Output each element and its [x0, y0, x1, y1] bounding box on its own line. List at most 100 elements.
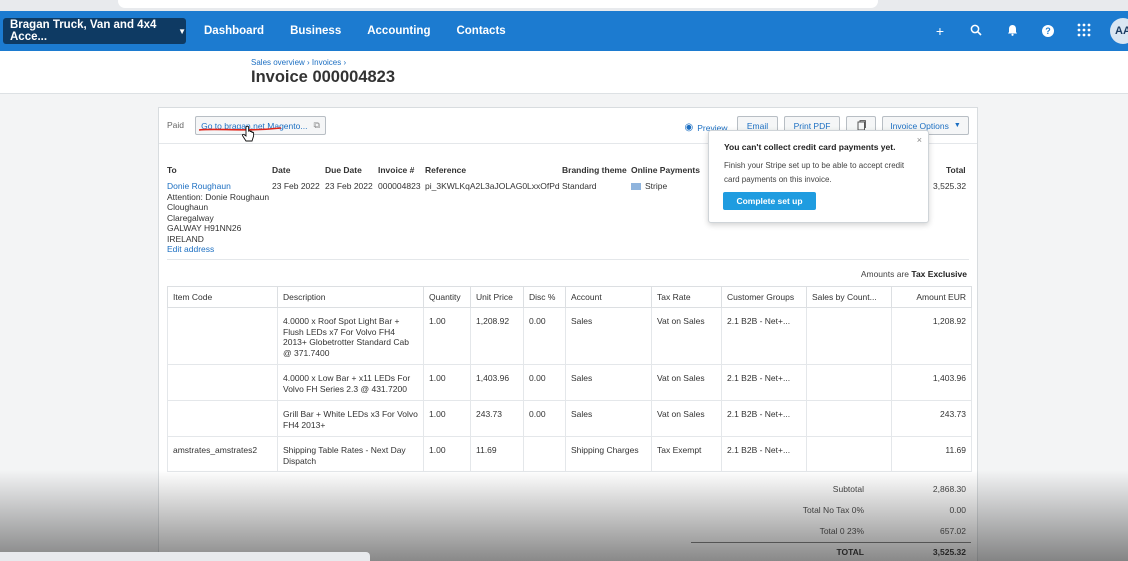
nav-links: Dashboard Business Accounting Contacts — [204, 25, 532, 37]
nav-accounting[interactable]: Accounting — [367, 25, 430, 37]
edit-address-link[interactable]: Edit address — [167, 244, 269, 255]
org-name: Bragan Truck, Van and 4x4 Acce... — [10, 19, 157, 43]
table-row[interactable]: Grill Bar + White LEDs x3 For Volvo FH4 … — [167, 400, 972, 437]
item-description: 4.0000 x Low Bar + x11 LEDs For Volvo FH… — [277, 364, 424, 401]
top-navigation: Bragan Truck, Van and 4x4 Acce... ▼ Dash… — [0, 11, 1128, 51]
item-unit-price: 243.73 — [470, 400, 524, 437]
popup-title: You can't collect credit card payments y… — [724, 142, 896, 152]
col-description: Description — [277, 286, 424, 308]
item-code — [167, 307, 278, 365]
red-annotation-mark — [198, 127, 282, 131]
col-item-code: Item Code — [167, 286, 278, 308]
stripe-setup-popup: × You can't collect credit card payments… — [708, 130, 929, 223]
to-header: To — [167, 165, 177, 175]
item-quantity: 1.00 — [423, 307, 471, 365]
col-tax-rate: Tax Rate — [651, 286, 722, 308]
invoice-number-header: Invoice # — [378, 165, 415, 175]
col-sales-by-country: Sales by Count... — [806, 286, 892, 308]
subtotal-row: Subtotal 2,868.30 — [691, 480, 971, 501]
col-quantity: Quantity — [423, 286, 471, 308]
item-description: 4.0000 x Roof Spot Light Bar + Flush LED… — [277, 307, 424, 365]
item-account: Sales — [565, 364, 652, 401]
table-row[interactable]: amstrates_amstrates2 Shipping Table Rate… — [167, 436, 972, 472]
online-payments: Stripe — [631, 181, 667, 192]
page-title: Invoice 000004823 — [251, 68, 396, 86]
close-icon[interactable]: × — [917, 135, 922, 145]
item-quantity: 1.00 — [423, 364, 471, 401]
totals-block: Subtotal 2,868.30 Total No Tax 0% 0.00 T… — [691, 480, 971, 561]
plus-icon[interactable]: + — [922, 23, 958, 39]
total-header: Total — [946, 165, 966, 175]
item-amount: 11.69 — [891, 436, 972, 472]
item-account: Shipping Charges — [565, 436, 652, 472]
item-sales-country — [806, 364, 892, 401]
item-sales-country — [806, 307, 892, 365]
tax-23-value: 657.02 — [940, 525, 966, 536]
branding-theme: Standard — [562, 181, 597, 191]
eye-icon: ◉ — [684, 122, 694, 133]
invoice-number: 000004823 — [378, 181, 421, 191]
amounts-prefix: Amounts are — [860, 269, 910, 279]
bell-icon[interactable] — [994, 23, 1030, 39]
grand-total-label: TOTAL — [836, 547, 864, 558]
item-disc — [523, 436, 566, 472]
no-tax-row: Total No Tax 0% 0.00 — [691, 501, 971, 522]
item-amount: 1,403.96 — [891, 364, 972, 401]
item-disc: 0.00 — [523, 307, 566, 365]
popup-body: Finish your Stripe set up to be able to … — [724, 161, 905, 184]
card-icon — [631, 183, 641, 191]
apps-grid-icon[interactable] — [1066, 23, 1102, 40]
subtotal-label: Subtotal — [832, 484, 864, 494]
invoice-reference: pi_3KWLKqA2L3aJOLAG0LxxOfPd — [425, 181, 560, 191]
col-unit-price: Unit Price — [470, 286, 524, 308]
help-icon[interactable]: ? — [1030, 25, 1066, 37]
subtotal-value: 2,868.30 — [932, 484, 966, 494]
item-description: Grill Bar + White LEDs x3 For Volvo FH4 … — [277, 400, 424, 437]
tax-mode-selector[interactable]: Tax Exclusive — [911, 269, 967, 279]
table-row[interactable]: 4.0000 x Roof Spot Light Bar + Flush LED… — [167, 307, 972, 365]
table-row[interactable]: 4.0000 x Low Bar + x11 LEDs For Volvo FH… — [167, 364, 972, 401]
external-link-icon: ⧉ — [313, 120, 320, 130]
page-header: Sales overview › Invoices › Invoice 0000… — [0, 51, 1128, 94]
divider — [167, 259, 969, 260]
no-tax-label: Total No Tax 0% — [802, 504, 864, 515]
grand-total-value: 3,525.32 — [932, 547, 966, 558]
invoice-total: 3,525.32 — [933, 181, 967, 191]
item-quantity: 1.00 — [423, 436, 471, 472]
address-line: IRELAND — [167, 233, 204, 244]
date-header: Date — [272, 165, 291, 175]
item-tax-rate: Tax Exempt — [651, 436, 722, 472]
col-customer-groups: Customer Groups — [721, 286, 807, 308]
amounts-note: Amounts are Tax Exclusive — [861, 269, 967, 279]
item-tax-rate: Vat on Sales — [651, 364, 722, 401]
col-account: Account — [565, 286, 652, 308]
item-account: Sales — [565, 400, 652, 437]
item-customer-group: 2.1 B2B - Net+... — [721, 400, 807, 437]
col-amount: Amount EUR — [891, 286, 972, 308]
item-code: amstrates_amstrates2 — [167, 436, 278, 472]
breadcrumb[interactable]: Sales overview › Invoices › — [251, 58, 346, 67]
browser-address-bar[interactable] — [118, 0, 878, 8]
item-sales-country — [806, 436, 892, 472]
nav-icons: + ? AA — [922, 11, 1128, 51]
item-description: Shipping Table Rates - Next Day Dispatch — [277, 436, 424, 472]
address-line: Cloughaun — [167, 202, 209, 212]
org-switcher[interactable]: Bragan Truck, Van and 4x4 Acce... ▼ — [3, 18, 186, 44]
nav-business[interactable]: Business — [290, 25, 341, 37]
user-avatar[interactable]: AA — [1110, 18, 1128, 44]
browser-tab-strip — [0, 0, 1128, 11]
online-payments-header: Online Payments — [631, 165, 700, 175]
invoice-date: 23 Feb 2022 — [272, 181, 320, 191]
contact-name-link[interactable]: Donie Roughaun — [167, 181, 269, 192]
item-customer-group: 2.1 B2B - Net+... — [721, 307, 807, 365]
nav-contacts[interactable]: Contacts — [456, 25, 505, 37]
item-disc: 0.00 — [523, 400, 566, 437]
item-customer-group: 2.1 B2B - Net+... — [721, 364, 807, 401]
stripe-label: Stripe — [645, 181, 668, 191]
tax-23-row: Total 0 23% 657.02 — [691, 522, 971, 543]
search-icon[interactable] — [958, 23, 994, 39]
item-quantity: 1.00 — [423, 400, 471, 437]
item-tax-rate: Vat on Sales — [651, 307, 722, 365]
complete-setup-button[interactable]: Complete set up — [723, 192, 816, 210]
nav-dashboard[interactable]: Dashboard — [204, 25, 264, 37]
